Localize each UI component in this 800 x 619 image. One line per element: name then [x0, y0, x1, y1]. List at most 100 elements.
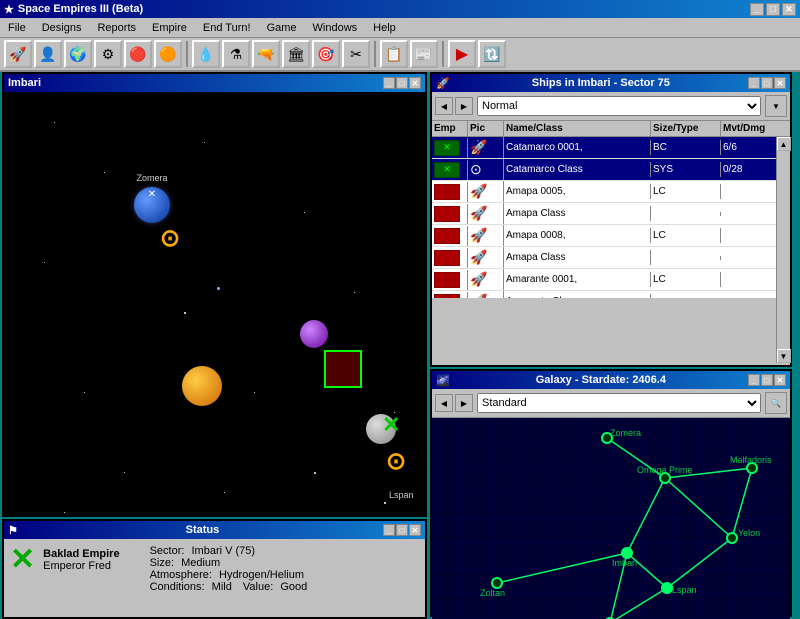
toolbar-btn-5[interactable]: 🔴 — [124, 40, 152, 68]
ships-window: 🚀 Ships in Imbari - Sector 75 _ □ ✕ ◀ ▶ … — [430, 72, 792, 367]
ship-row[interactable]: 🚀 Amarante Class — [432, 291, 776, 298]
col-header-name: Name/Class — [504, 121, 651, 136]
toolbar-btn-9[interactable]: 🔫 — [252, 40, 280, 68]
ship-row[interactable]: ✕ 🚀 Catamarco 0001, BC 6/6 — [432, 137, 776, 159]
galaxy-label-imbari: Imbari — [612, 558, 637, 568]
ships-minimize[interactable]: _ — [748, 77, 760, 89]
ships-filter-btn[interactable]: ▼ — [765, 95, 787, 117]
toolbar-btn-8[interactable]: ⚗ — [222, 40, 250, 68]
ship-name: Amapa 0005, — [504, 184, 651, 199]
status-conditions-value: Mild — [212, 581, 232, 593]
ships-table-header: Emp Pic Name/Class Size/Type Mvt/Dmg — [432, 121, 790, 137]
ship-row[interactable]: ✕ ⊙ Catamarco Class SYS 0/28 — [432, 159, 776, 181]
green-x-1: ✕ — [382, 412, 400, 438]
ships-next[interactable]: ▶ — [455, 97, 473, 115]
ship-icon: 🚀 — [470, 139, 487, 155]
ship-mvt — [721, 234, 776, 238]
planet-zomera-x: ✕ — [148, 189, 156, 200]
menu-file[interactable]: File — [4, 21, 30, 35]
menu-help[interactable]: Help — [369, 21, 400, 35]
ship-row[interactable]: 🚀 Amapa 0008, LC — [432, 225, 776, 247]
toolbar-btn-11[interactable]: 🎯 — [312, 40, 340, 68]
toolbar-btn-13[interactable]: 📋 — [380, 40, 408, 68]
imbari-map[interactable]: Zomera ✕ ⊙ ✕ Prokolan ✕ ⊙ Lspan — [4, 92, 425, 515]
ship-row[interactable]: 🚀 Amapa Class — [432, 203, 776, 225]
menu-game[interactable]: Game — [263, 21, 301, 35]
toolbar-btn-2[interactable]: 👤 — [34, 40, 62, 68]
ships-title-bar: 🚀 Ships in Imbari - Sector 75 _ □ ✕ — [432, 74, 790, 92]
ship-size: LC — [651, 184, 721, 199]
ship-pic: 🚀 — [468, 247, 504, 268]
imbari-close[interactable]: ✕ — [409, 77, 421, 89]
toolbar-btn-7[interactable]: 💧 — [192, 40, 220, 68]
ship-pic: 🚀 — [468, 137, 504, 158]
ship-name: Catamarco 0001, — [504, 140, 651, 155]
ship-row[interactable]: 🚀 Amarante 0001, LC — [432, 269, 776, 291]
galaxy-map[interactable]: Zoltan Imbari Lspan Prokolan Yelon Malfa… — [432, 418, 790, 619]
imbari-maximize[interactable]: □ — [396, 77, 408, 89]
ship-row[interactable]: 🚀 Amapa Class — [432, 247, 776, 269]
toolbar-btn-6[interactable]: 🟠 — [154, 40, 182, 68]
ship-mvt — [721, 278, 776, 282]
star — [204, 142, 205, 143]
col-header-size: Size/Type — [651, 121, 721, 136]
galaxy-prev[interactable]: ◀ — [435, 394, 453, 412]
toolbar-sep-1 — [186, 41, 188, 67]
galaxy-close[interactable]: ✕ — [774, 374, 786, 386]
status-value-value: Good — [280, 581, 307, 593]
ships-view-select[interactable]: Normal Compact Detailed — [477, 96, 761, 116]
toolbar-btn-14[interactable]: 📰 — [410, 40, 438, 68]
ships-close[interactable]: ✕ — [774, 77, 786, 89]
empire-flag-icon: ✕ — [443, 142, 451, 153]
toolbar-btn-10[interactable]: 🏛 — [282, 40, 310, 68]
minimize-button[interactable]: _ — [750, 3, 764, 16]
menu-empire[interactable]: Empire — [148, 21, 191, 35]
menu-designs[interactable]: Designs — [38, 21, 86, 35]
galaxy-view-select[interactable]: Standard Political Strategic — [477, 393, 761, 413]
planet-sun[interactable] — [182, 366, 222, 406]
menu-endturn[interactable]: End Turn! — [199, 21, 255, 35]
ships-prev[interactable]: ◀ — [435, 97, 453, 115]
toolbar-btn-1[interactable]: 🚀 — [4, 40, 32, 68]
toolbar-btn-12[interactable]: ✂ — [342, 40, 370, 68]
imbari-minimize[interactable]: _ — [383, 77, 395, 89]
toolbar-btn-16[interactable]: 🔃 — [478, 40, 506, 68]
close-button[interactable]: ✕ — [782, 3, 796, 16]
galaxy-search[interactable]: 🔍 — [765, 392, 787, 414]
status-maximize[interactable]: □ — [396, 524, 408, 536]
status-conditions-label: Conditions: — [150, 581, 205, 593]
app-icon: ★ — [4, 3, 14, 16]
ships-scrollbar[interactable]: ▲ ▼ — [776, 137, 790, 363]
status-title-bar: ⚑ Status _ □ ✕ — [4, 521, 425, 539]
menu-windows[interactable]: Windows — [309, 21, 362, 35]
star — [314, 472, 316, 474]
maximize-button[interactable]: □ — [766, 3, 780, 16]
ship-name: Amapa 0008, — [504, 228, 651, 243]
status-minimize[interactable]: _ — [383, 524, 395, 536]
galaxy-minimize[interactable]: _ — [748, 374, 760, 386]
status-size-label: Size: — [150, 557, 174, 569]
galaxy-title-bar: 🌌 Galaxy - Stardate: 2406.4 _ □ ✕ — [432, 371, 790, 389]
ships-maximize[interactable]: □ — [761, 77, 773, 89]
galaxy-next[interactable]: ▶ — [455, 394, 473, 412]
galaxy-label-yelon: Yelon — [738, 528, 760, 538]
menu-reports[interactable]: Reports — [93, 21, 140, 35]
toolbar-btn-3[interactable]: 🌍 — [64, 40, 92, 68]
galaxy-maximize[interactable]: □ — [761, 374, 773, 386]
toolbar-btn-4[interactable]: ⚙ — [94, 40, 122, 68]
galaxy-title-text: Galaxy - Stardate: 2406.4 — [536, 374, 666, 386]
planet-purple[interactable] — [300, 320, 328, 348]
scrollbar-placeholder — [776, 121, 790, 136]
planet-zomera[interactable]: Zomera ✕ — [134, 187, 170, 223]
toolbar-btn-15[interactable]: ▶ — [448, 40, 476, 68]
ship-row[interactable]: 🚀 Amapa 0005, LC — [432, 181, 776, 203]
scroll-down[interactable]: ▼ — [777, 349, 791, 363]
ship-emp: ✕ — [432, 138, 468, 158]
col-header-pic: Pic — [468, 121, 504, 136]
selected-sector[interactable] — [324, 350, 362, 388]
ships-title-icon: 🚀 — [436, 77, 450, 90]
empire-flag-red — [434, 294, 460, 299]
ship-emp — [432, 270, 468, 290]
status-close[interactable]: ✕ — [409, 524, 421, 536]
scroll-up[interactable]: ▲ — [777, 137, 791, 151]
